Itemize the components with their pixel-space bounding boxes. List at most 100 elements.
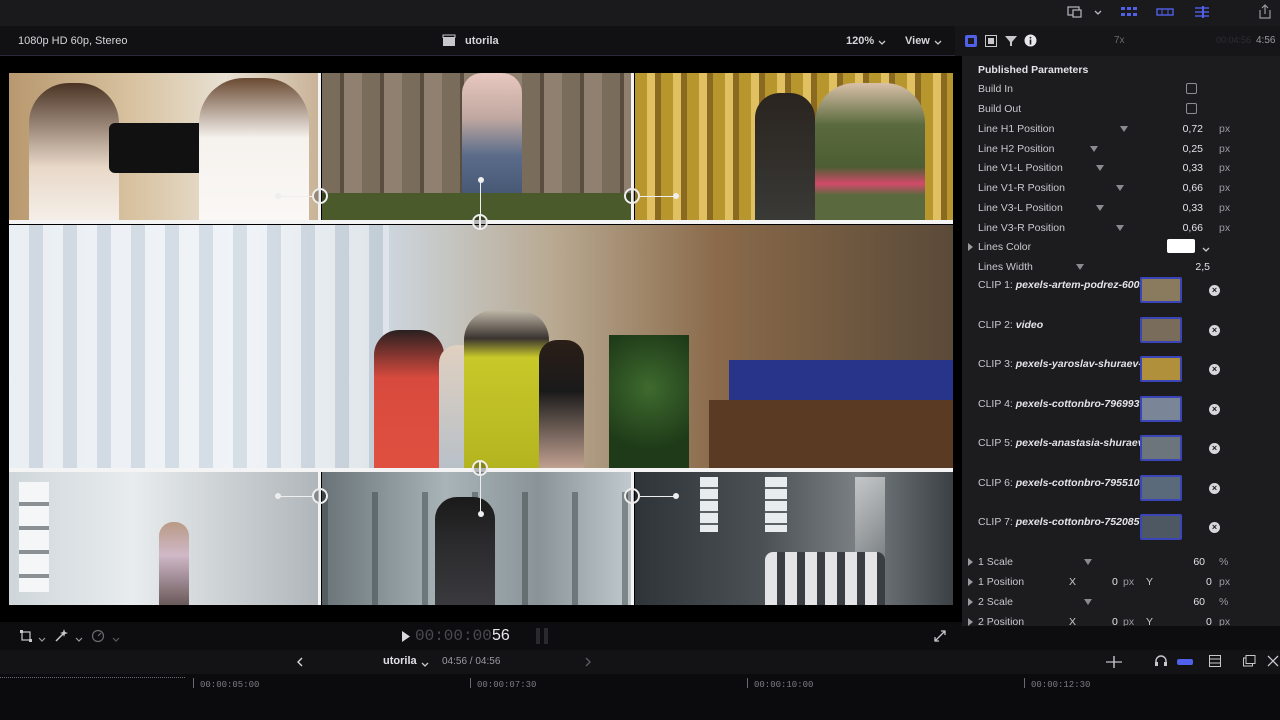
clear-clip-icon[interactable]: × — [1209, 325, 1220, 336]
line-h1-value[interactable]: 0,72 — [1183, 123, 1203, 135]
chevron-down-icon[interactable] — [38, 634, 46, 646]
share-icon[interactable] — [1256, 4, 1274, 20]
video-inspector-icon[interactable] — [965, 35, 977, 50]
position-handle-h1[interactable] — [472, 214, 488, 230]
clear-clip-icon[interactable]: × — [1209, 443, 1220, 454]
position-handle-v3-r[interactable] — [624, 488, 640, 504]
ruler-mark: 00:00:12:30 — [1031, 680, 1091, 690]
line-v3-r-value[interactable]: 0,66 — [1183, 222, 1203, 234]
position-handle-v1-l[interactable] — [312, 188, 328, 204]
timecode-frames[interactable]: 56 — [492, 627, 510, 645]
line-v1-r-value[interactable]: 0,66 — [1183, 182, 1203, 194]
skimming-icon[interactable] — [1106, 656, 1122, 671]
display-icon[interactable] — [1066, 4, 1084, 20]
disclosure-triangle-icon[interactable] — [968, 598, 973, 606]
clip-thumbnail[interactable] — [1140, 435, 1182, 461]
position-handle-v1-r[interactable] — [624, 188, 640, 204]
grid-browser-icon[interactable] — [1120, 4, 1138, 20]
clear-clip-icon[interactable]: × — [1209, 483, 1220, 494]
effects-browser-icon[interactable] — [1267, 655, 1279, 670]
position-1-x[interactable]: 0 — [1112, 576, 1118, 588]
chevron-down-icon[interactable] — [112, 634, 120, 646]
lines-color-well[interactable] — [1167, 239, 1195, 253]
solo-icon[interactable] — [1177, 657, 1193, 669]
clip-name: pexels-cottonbro-7969937 — [1015, 398, 1140, 410]
inspector-toggle-icon[interactable] — [1193, 4, 1211, 20]
filmstrip-icon[interactable] — [1156, 4, 1174, 20]
build-out-checkbox[interactable] — [1186, 103, 1197, 114]
line-h2-slider[interactable] — [1090, 146, 1098, 152]
disclosure-triangle-icon[interactable] — [968, 618, 973, 626]
transform-icon[interactable] — [20, 630, 32, 645]
chevron-down-icon[interactable] — [421, 659, 429, 671]
scale-2-value[interactable]: 60 — [1193, 596, 1205, 608]
position-1-y[interactable]: 0 — [1206, 576, 1212, 588]
clip-label: CLIP 4: pexels-cottonbro-7969937 — [978, 398, 1140, 410]
scale-1-value[interactable]: 60 — [1193, 556, 1205, 568]
speed-icon[interactable] — [91, 629, 105, 646]
clip-thumbnail[interactable] — [1140, 475, 1182, 501]
lines-width-value[interactable]: 2,5 — [1195, 261, 1210, 273]
audio-skim-icon[interactable] — [1155, 655, 1167, 670]
position-handle-h2[interactable] — [472, 460, 488, 476]
param-line-v1-r: Line V1-R Position 0,66 px — [978, 182, 1231, 194]
view-menu[interactable]: View — [905, 35, 930, 47]
timecode-leading[interactable]: 00:00:00: — [415, 627, 501, 645]
position-handle-v3-l[interactable] — [312, 488, 328, 504]
line-v3-l-slider[interactable] — [1096, 205, 1104, 211]
film-inspector-icon[interactable] — [985, 35, 997, 50]
line-v3-r-slider[interactable] — [1116, 225, 1124, 231]
clear-clip-icon[interactable]: × — [1209, 364, 1220, 375]
ruler-mark: 00:00:10:00 — [754, 680, 814, 690]
timeline-toolbar: utorila 04:56 / 04:56 — [0, 650, 1280, 674]
chevron-down-icon[interactable] — [1092, 4, 1110, 20]
video-viewer[interactable] — [0, 56, 962, 622]
play-icon[interactable] — [401, 631, 411, 645]
disclosure-triangle-icon[interactable] — [968, 578, 973, 586]
param-line-h2: Line H2 Position 0,25 px — [978, 143, 1231, 155]
filter-inspector-icon[interactable] — [1005, 35, 1017, 50]
line-v1-l-value[interactable]: 0,33 — [1183, 162, 1203, 174]
timeline-ruler[interactable]: 00:00:05:00 00:00:07:30 00:00:10:00 00:0… — [0, 674, 1280, 720]
lines-width-slider[interactable] — [1076, 264, 1084, 270]
clip-label: CLIP 2: video — [978, 319, 1044, 331]
build-in-checkbox[interactable] — [1186, 83, 1197, 94]
forward-arrow-icon[interactable] — [584, 657, 592, 670]
clear-clip-icon[interactable]: × — [1209, 522, 1220, 533]
scale-1-slider[interactable] — [1084, 559, 1092, 565]
clip-thumbnail[interactable] — [1140, 277, 1182, 303]
top-toolbar — [0, 0, 1280, 26]
chevron-down-icon[interactable] — [75, 634, 83, 646]
clip-thumbnail[interactable] — [1140, 514, 1182, 540]
chevron-down-icon[interactable] — [934, 37, 942, 49]
position-2-y[interactable]: 0 — [1206, 616, 1212, 626]
line-v3-l-value[interactable]: 0,33 — [1183, 202, 1203, 214]
back-arrow-icon[interactable] — [296, 657, 304, 670]
position-2-x[interactable]: 0 — [1112, 616, 1118, 626]
timecode-dim: 00:04:56 — [1216, 35, 1252, 45]
line-h2-value[interactable]: 0,25 — [1183, 143, 1203, 155]
line-v1-r-slider[interactable] — [1116, 185, 1124, 191]
magic-wand-icon[interactable] — [54, 629, 68, 646]
param-line-v3-r: Line V3-R Position 0,66 px — [978, 222, 1231, 234]
clip-row-4: CLIP 4: pexels-cottonbro-7969937 × — [978, 396, 1278, 436]
clip-thumbnail[interactable] — [1140, 396, 1182, 422]
snapping-icon[interactable] — [1209, 655, 1221, 670]
line-v1-l-slider[interactable] — [1096, 165, 1104, 171]
clip-appearance-icon[interactable] — [1243, 655, 1256, 670]
info-inspector-icon[interactable] — [1024, 34, 1037, 50]
disclosure-triangle-icon[interactable] — [968, 243, 973, 251]
line-h1-slider[interactable] — [1120, 126, 1128, 132]
clip-thumbnail[interactable] — [1140, 356, 1182, 382]
clip-thumbnail[interactable] — [1140, 317, 1182, 343]
disclosure-triangle-icon[interactable] — [968, 558, 973, 566]
duration-label: 4:56 — [1256, 35, 1276, 46]
zoom-popup[interactable]: 120% — [846, 35, 874, 47]
chevron-down-icon[interactable] — [878, 37, 886, 49]
chevron-down-icon[interactable] — [1202, 244, 1210, 256]
timeline-project-name[interactable]: utorila — [383, 655, 417, 667]
clear-clip-icon[interactable]: × — [1209, 285, 1220, 296]
scale-2-slider[interactable] — [1084, 599, 1092, 605]
fullscreen-icon[interactable] — [934, 630, 946, 645]
clear-clip-icon[interactable]: × — [1209, 404, 1220, 415]
